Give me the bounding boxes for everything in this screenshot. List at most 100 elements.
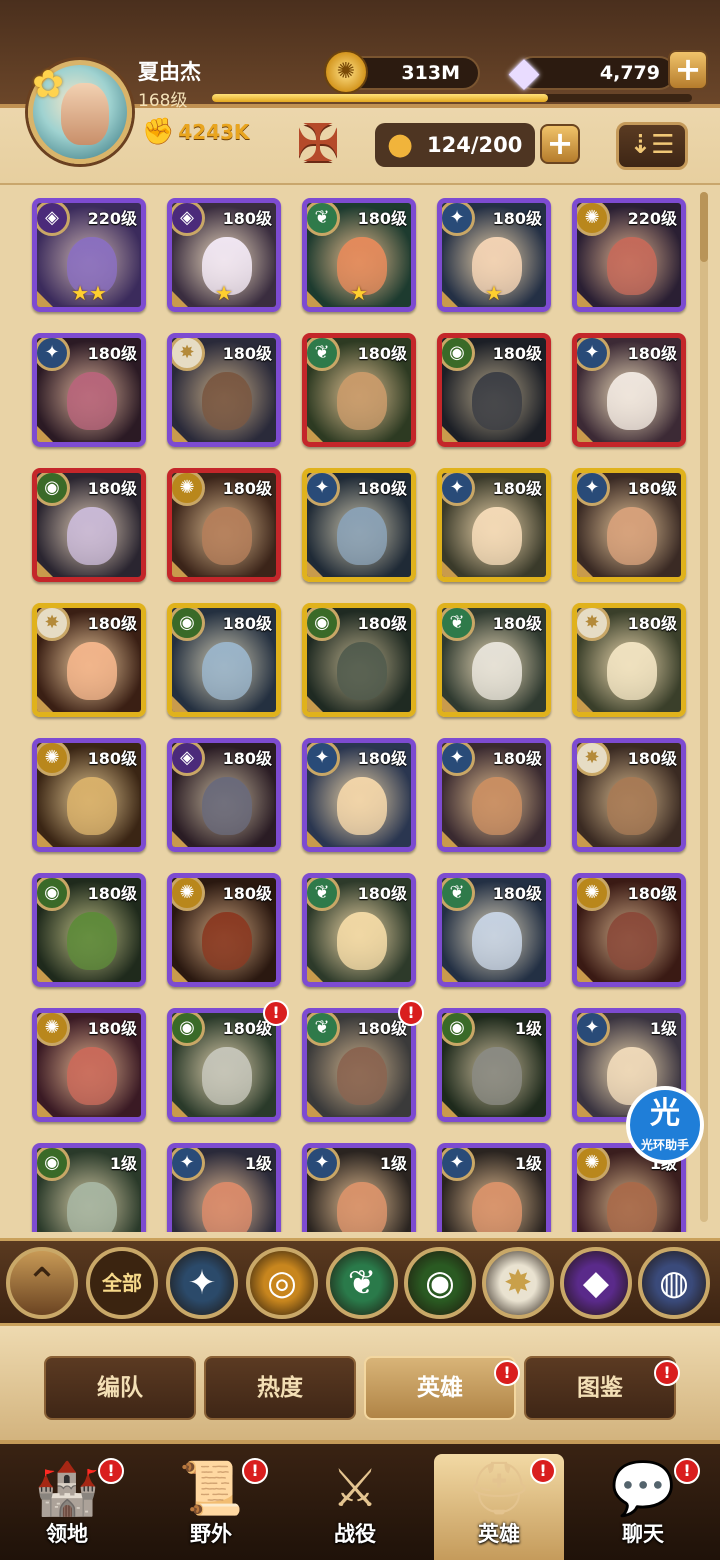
hero-level: 180级 xyxy=(222,884,272,903)
hero-card[interactable]: ✸ 180级 xyxy=(572,603,686,717)
hero-card[interactable]: ✺ 180级 xyxy=(167,468,281,582)
hero-card[interactable]: ✸ 180级 xyxy=(572,738,686,852)
hero-level: 1级 xyxy=(379,1154,407,1173)
hero-card[interactable]: ◉ 180级 xyxy=(437,333,551,447)
subtab-2[interactable]: 英雄! xyxy=(364,1356,520,1420)
card-corner-ornament xyxy=(172,696,188,712)
filter-hypogean-button[interactable]: ◆ xyxy=(560,1247,632,1319)
hero-face xyxy=(607,372,657,430)
filter-up-icon[interactable]: ⌃ xyxy=(6,1247,78,1319)
dimensional-faction-icon: ◉ xyxy=(37,878,70,911)
hero-card[interactable]: ✦ 1级 xyxy=(437,1143,551,1232)
filter-all-button[interactable]: 全部 xyxy=(86,1247,158,1319)
hero-card[interactable]: ✦ 180级 xyxy=(437,738,551,852)
hero-level: 180级 xyxy=(357,884,407,903)
subtab-label: 英雄 xyxy=(417,1375,463,1401)
hero-card[interactable]: ✺ 180级 xyxy=(32,738,146,852)
hero-face xyxy=(202,1047,252,1105)
hero-face xyxy=(67,372,117,430)
hero-level: 180级 xyxy=(357,209,407,228)
filter-wilder-button[interactable]: ❦ xyxy=(326,1247,398,1319)
hero-face xyxy=(67,1047,117,1105)
assistant-badge[interactable]: 光 光环助手 xyxy=(626,1086,704,1164)
add-gems-button[interactable]: + xyxy=(668,50,708,90)
assistant-label: 光环助手 xyxy=(640,1138,689,1152)
scrollbar-thumb[interactable] xyxy=(700,192,708,262)
wilder-faction-icon: ❦ xyxy=(307,203,340,236)
nav-战役[interactable]: ⚔ 战役 xyxy=(290,1454,420,1560)
sort-button[interactable]: ⇣☰ xyxy=(616,122,688,170)
hero-card[interactable]: ❦ 180级 ★ xyxy=(302,198,416,312)
filter-mauler-button[interactable]: ◎ xyxy=(246,1247,318,1319)
hero-card[interactable]: ❦ 180级 xyxy=(302,1008,416,1122)
hero-card[interactable]: ✺ 180级 xyxy=(32,1008,146,1122)
hero-face xyxy=(67,1182,117,1232)
hero-face xyxy=(337,642,387,700)
hero-card[interactable]: ✺ 180级 xyxy=(167,873,281,987)
hero-card[interactable]: ✦ 180级 xyxy=(437,468,551,582)
nav-英雄[interactable]: ⛑ 英雄! xyxy=(434,1454,564,1560)
hero-card[interactable]: ❦ 180级 xyxy=(302,873,416,987)
filter-lightbearer-button[interactable]: ✦ xyxy=(166,1247,238,1319)
subtab-0[interactable]: 编队 xyxy=(44,1356,196,1420)
hero-card[interactable]: ❦ 180级 xyxy=(437,603,551,717)
card-corner-ornament xyxy=(307,696,323,712)
nav-领地[interactable]: 🏰 领地! xyxy=(2,1454,132,1560)
hero-card[interactable]: ◈ 180级 ★ xyxy=(167,198,281,312)
hero-card[interactable]: ✦ 180级 xyxy=(302,738,416,852)
hero-level: 180级 xyxy=(492,479,542,498)
hero-level: 180级 xyxy=(87,749,137,768)
card-corner-ornament xyxy=(172,291,188,307)
hero-card[interactable]: ✸ 180级 xyxy=(167,333,281,447)
hero-card[interactable]: ◈ 180级 xyxy=(167,738,281,852)
avatar-flower-icon: ✿ xyxy=(32,62,64,106)
hero-card[interactable]: ❦ 180级 xyxy=(437,873,551,987)
hero-card[interactable]: ✦ 1级 xyxy=(302,1143,416,1232)
scrollbar[interactable] xyxy=(700,192,708,1222)
nav-野外[interactable]: 📜 野外! xyxy=(146,1454,276,1560)
nav-label: 野外 xyxy=(190,1522,232,1546)
subtab-1[interactable]: 热度 xyxy=(204,1356,356,1420)
hero-card[interactable]: ✦ 180级 ★ xyxy=(437,198,551,312)
power-value: 4243K xyxy=(178,120,250,144)
card-corner-ornament xyxy=(172,426,188,442)
card-corner-ornament xyxy=(37,561,53,577)
hero-card[interactable]: ◉ 180级 xyxy=(167,1008,281,1122)
hero-face xyxy=(607,237,657,295)
hero-card[interactable]: ◉ 180级 xyxy=(32,873,146,987)
hero-card[interactable]: ◈ 220级 ★★ xyxy=(32,198,146,312)
filter-graveborn-button[interactable]: ◉ xyxy=(404,1247,476,1319)
hero-card[interactable]: ✦ 180级 xyxy=(572,468,686,582)
nav-聊天[interactable]: 💬 聊天! xyxy=(578,1454,708,1560)
hero-card[interactable]: ◉ 1级 xyxy=(32,1143,146,1232)
hero-card[interactable]: ✦ 180级 xyxy=(302,468,416,582)
card-corner-ornament xyxy=(442,561,458,577)
hero-face xyxy=(472,1182,522,1232)
guild-emblem-icon[interactable]: ✠ xyxy=(280,112,356,176)
hero-card[interactable]: ✦ 180级 xyxy=(32,333,146,447)
hero-card[interactable]: ✦ 1级 xyxy=(167,1143,281,1232)
sword-shield-icon: ⚔ xyxy=(331,1459,379,1519)
filter-dimensional-button[interactable]: ◍ xyxy=(638,1247,710,1319)
hero-card[interactable]: ◉ 180级 xyxy=(167,603,281,717)
hero-card[interactable]: ✺ 220级 xyxy=(572,198,686,312)
wilder-faction-icon: ❦ xyxy=(307,1013,340,1046)
hero-card[interactable]: ◉ 180级 xyxy=(302,603,416,717)
subtab-3[interactable]: 图鉴! xyxy=(524,1356,680,1420)
hero-card[interactable]: ❦ 180级 xyxy=(302,333,416,447)
hero-card[interactable]: ✦ 180级 xyxy=(572,333,686,447)
hero-card[interactable]: ◉ 1级 xyxy=(437,1008,551,1122)
hero-card[interactable]: ◉ 180级 xyxy=(32,468,146,582)
hero-face xyxy=(202,642,252,700)
card-corner-ornament xyxy=(37,291,53,307)
hero-card[interactable]: ✸ 180级 xyxy=(32,603,146,717)
card-corner-ornament xyxy=(307,426,323,442)
card-corner-ornament xyxy=(577,831,593,847)
subtab-label: 图鉴 xyxy=(577,1375,623,1401)
hero-level: 1级 xyxy=(514,1154,542,1173)
hero-card[interactable]: ✺ 180级 xyxy=(572,873,686,987)
nav-label: 聊天 xyxy=(622,1522,664,1546)
hero-face xyxy=(202,1182,252,1232)
filter-celestial-button[interactable]: ✸ xyxy=(482,1247,554,1319)
expand-roster-button[interactable]: + xyxy=(540,124,580,164)
